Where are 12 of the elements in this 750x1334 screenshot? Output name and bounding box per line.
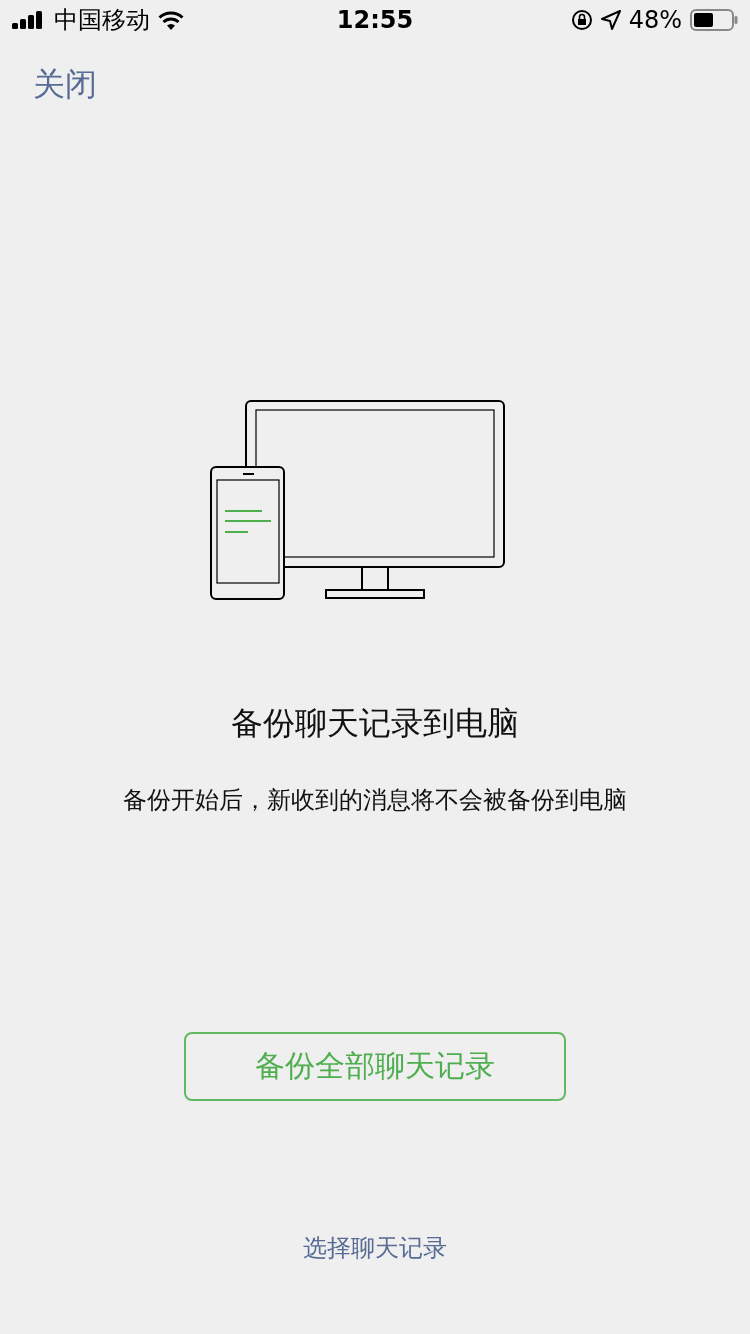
clock-time: 12:55	[336, 6, 414, 34]
description-text: 备份开始后，新收到的消息将不会被备份到电脑	[123, 785, 627, 816]
carrier-name: 中国移动	[54, 5, 150, 36]
battery-percent: 48%	[628, 6, 682, 34]
page-title: 备份聊天记录到电脑	[231, 703, 519, 744]
location-arrow-icon	[600, 10, 621, 30]
rotation-lock-icon	[570, 9, 593, 31]
wifi-icon	[158, 10, 184, 30]
close-button[interactable]: 关闭	[33, 62, 97, 106]
battery-icon	[690, 9, 738, 31]
select-records-link[interactable]: 选择聊天记录	[297, 1231, 453, 1265]
backup-all-button[interactable]: 备份全部聊天记录	[184, 1032, 566, 1101]
